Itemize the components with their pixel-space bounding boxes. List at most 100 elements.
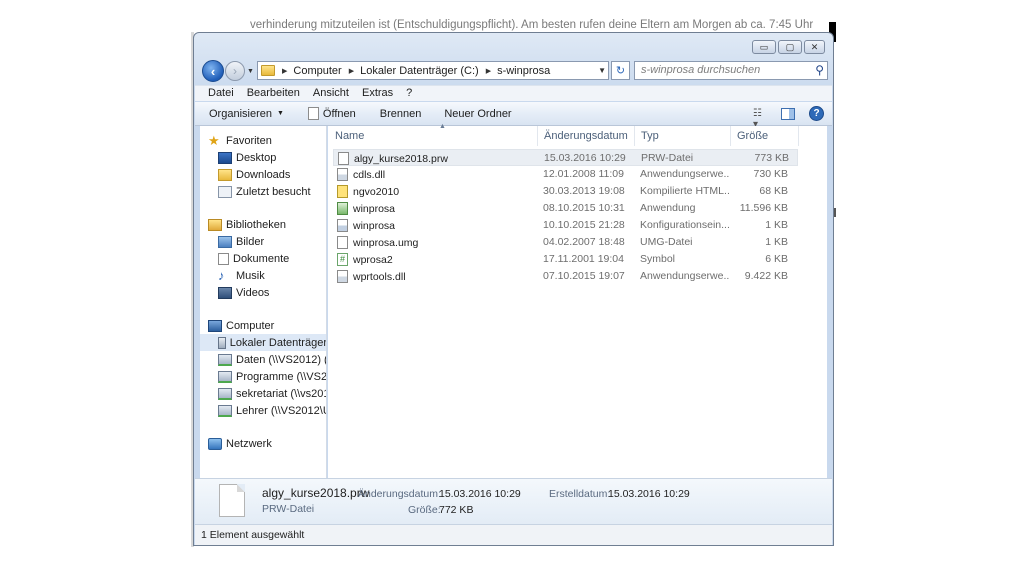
nav-label: Lokaler Datenträger (229, 336, 327, 349)
new-folder-button[interactable]: Neuer Ordner (444, 108, 511, 120)
change-view-icon[interactable]: ☷ ▾ (753, 108, 767, 130)
column-separator[interactable] (634, 126, 635, 146)
nav-desktop[interactable]: Desktop (218, 149, 276, 166)
nav-recent[interactable]: Zuletzt besucht (218, 183, 311, 200)
file-size: 773 KB (754, 152, 789, 164)
file-type: PRW-Datei (641, 152, 694, 164)
preview-pane-icon[interactable] (781, 107, 795, 120)
videos-icon (218, 286, 232, 299)
nav-label: sekretariat (\\vs2012 (236, 387, 327, 400)
nav-drive-programme[interactable]: Programme (\\VS20 (218, 368, 326, 385)
menu-datei[interactable]: Datei (208, 86, 234, 101)
column-separator[interactable] (730, 126, 731, 146)
open-button[interactable]: Öffnen (307, 107, 356, 120)
nav-drive-sekretariat[interactable]: sekretariat (\\vs2012 (218, 385, 327, 402)
sort-ascending-icon: ▲ (439, 123, 446, 130)
nav-favorites[interactable]: ★ Favoriten (208, 132, 272, 149)
file-type: Anwendungserwe... (640, 270, 730, 282)
file-row[interactable]: algy_kurse2018.prw 15.03.2016 10:29 PRW-… (333, 149, 798, 166)
status-bar: 1 Element ausgewählt (195, 524, 832, 545)
nav-drive-lehrer[interactable]: Lehrer (\\VS2012\Us (218, 402, 327, 419)
column-header-date[interactable]: Änderungsdatum (544, 126, 628, 146)
computer-icon (208, 319, 222, 332)
refresh-button[interactable]: ↻ (611, 61, 630, 80)
column-label: Änderungsdatum (544, 130, 628, 142)
menu-help[interactable]: ? (406, 86, 412, 101)
nav-computer[interactable]: Computer (208, 317, 274, 334)
help-icon[interactable]: ? (809, 106, 824, 121)
refresh-icon: ↻ (615, 65, 626, 77)
maximize-button[interactable]: ▢ (778, 40, 802, 54)
nav-label: Desktop (236, 151, 277, 164)
open-label: Öffnen (322, 107, 356, 120)
details-modified-value: 15.03.2016 10:29 (439, 488, 521, 500)
file-row[interactable]: ngvo2010 30.03.2013 19:08 Kompilierte HT… (333, 183, 798, 200)
file-row[interactable]: wprtools.dll 07.10.2015 19:07 Anwendungs… (333, 268, 798, 285)
nav-drive-daten[interactable]: Daten (\\VS2012) (G: (218, 351, 326, 368)
file-name-cell: cdls.dll (337, 168, 537, 181)
file-type: Anwendungserwe... (640, 168, 730, 180)
folder-icon (261, 65, 275, 76)
file-name-cell: ngvo2010 (337, 185, 537, 198)
file-name: winprosa (353, 219, 396, 232)
back-arrow-icon: ‹ (210, 63, 216, 79)
column-separator[interactable] (798, 126, 799, 146)
file-row[interactable]: winprosa 10.10.2015 21:28 Konfigurations… (333, 217, 798, 234)
file-name: wprtools.dll (353, 270, 406, 283)
nav-label: Netzwerk (226, 437, 272, 450)
breadcrumb-computer[interactable]: ▶ Computer (275, 65, 342, 77)
nav-pictures[interactable]: Bilder (218, 233, 264, 250)
nav-label: Lehrer (\\VS2012\Us (236, 404, 327, 417)
address-dropdown-icon[interactable]: ▼ (598, 66, 606, 75)
chevron-right-icon: ▶ (485, 67, 492, 75)
file-row[interactable]: # wprosa2 17.11.2001 19:04 Symbol 6 KB (333, 251, 798, 268)
menu-bearbeiten[interactable]: Bearbeiten (247, 86, 300, 101)
nav-label: Favoriten (226, 134, 272, 147)
desktop-icon (218, 151, 232, 164)
menu-extras[interactable]: Extras (362, 86, 393, 101)
nav-music[interactable]: ♪ Musik (218, 267, 265, 284)
file-name: algy_kurse2018.prw (354, 152, 448, 165)
nav-label: Computer (226, 319, 275, 332)
nav-documents[interactable]: Dokumente (218, 250, 289, 267)
column-header-type[interactable]: Typ (641, 126, 659, 146)
column-separator[interactable] (537, 126, 538, 146)
address-bar[interactable]: ▶ Computer ▶ Lokaler Datenträger (C:) ▶ s-w… (257, 61, 609, 80)
burn-button[interactable]: Brennen (380, 108, 422, 120)
file-row[interactable]: cdls.dll 12.01.2008 11:09 Anwendungserwe… (333, 166, 798, 183)
minimize-button[interactable]: ▭ (752, 40, 776, 54)
documents-icon (218, 252, 229, 265)
column-header-size[interactable]: Größe (737, 126, 768, 146)
nav-libraries[interactable]: Bibliotheken (208, 216, 286, 233)
nav-label: Videos (236, 286, 270, 299)
file-date: 04.02.2007 18:48 (543, 236, 625, 248)
forward-button[interactable]: › (225, 61, 245, 81)
file-type: UMG-Datei (640, 236, 693, 248)
breadcrumb-drive-c[interactable]: ▶ Lokaler Datenträger (C:) (342, 65, 479, 77)
recent-pages-dropdown[interactable]: ▼ (247, 68, 254, 75)
nav-network[interactable]: Netzwerk (208, 435, 272, 452)
minimize-icon: ▭ (759, 41, 769, 52)
menu-ansicht[interactable]: Ansicht (313, 86, 349, 101)
file-row[interactable]: winprosa.umg 04.02.2007 18:48 UMG-Datei … (333, 234, 798, 251)
file-size: 68 KB (759, 185, 788, 197)
close-button[interactable]: ✕ (804, 40, 825, 54)
back-button[interactable]: ‹ (202, 60, 224, 82)
column-label: Name (335, 130, 365, 142)
details-modified-label: Änderungsdatum: (358, 488, 441, 500)
search-icon[interactable]: ⚲ (815, 63, 824, 77)
nav-drive-c[interactable]: Lokaler Datenträger (200, 334, 327, 351)
organize-button[interactable]: Organisieren ▼ (209, 108, 284, 120)
nav-downloads[interactable]: Downloads (218, 166, 290, 183)
file-name-cell: # wprosa2 (337, 253, 537, 266)
nav-videos[interactable]: Videos (218, 284, 269, 301)
burn-label: Brennen (379, 107, 422, 120)
file-row[interactable]: winprosa 08.10.2015 10:31 Anwendung 11.5… (333, 200, 798, 217)
document-icon (337, 236, 348, 249)
nav-label: Musik (236, 269, 265, 282)
column-header-name[interactable]: Name ▲ (335, 123, 446, 146)
search-input[interactable]: s-winprosa durchsuchen ⚲ (634, 61, 828, 80)
network-drive-icon (218, 387, 232, 400)
file-name: cdls.dll (353, 168, 386, 181)
breadcrumb-s-winprosa[interactable]: ▶ s-winprosa (479, 65, 551, 77)
